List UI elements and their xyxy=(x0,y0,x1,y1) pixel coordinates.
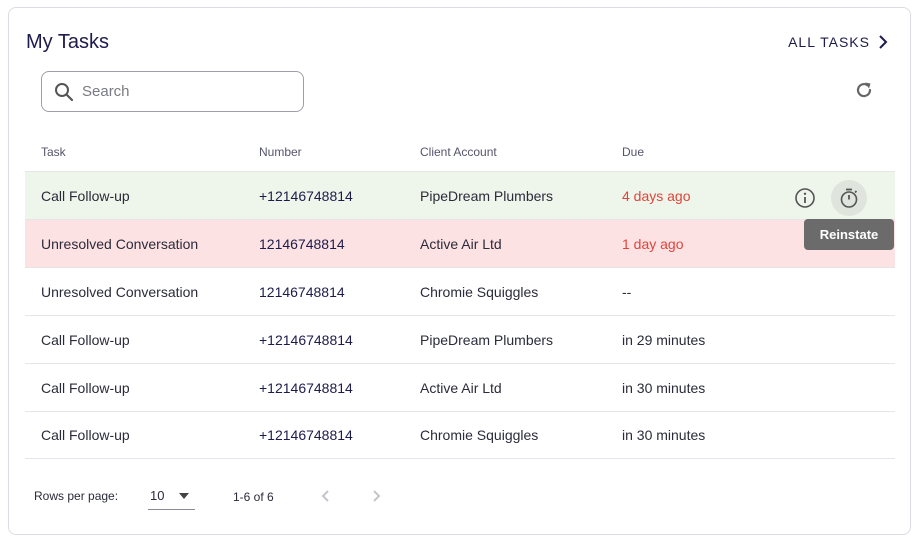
pagination-range: 1-6 of 6 xyxy=(233,490,274,504)
client-account-cell: PipeDream Plumbers xyxy=(420,331,554,348)
column-header-task[interactable]: Task xyxy=(25,145,259,159)
table-pagination: Rows per page: 10 1-6 of 6 xyxy=(34,478,434,514)
table-row[interactable]: Unresolved Conversation 12146748814 Active… xyxy=(25,219,895,267)
rows-per-page-label: Rows per page: xyxy=(34,489,119,503)
column-header-due[interactable]: Due xyxy=(622,145,762,159)
caret-down-icon xyxy=(179,493,189,499)
previous-page-button[interactable] xyxy=(316,486,336,509)
client-account-cell: PipeDream Plumbers xyxy=(420,187,554,204)
refresh-button[interactable] xyxy=(854,80,874,105)
number-cell: +12146748814 xyxy=(259,331,353,348)
task-cell: Unresolved Conversation xyxy=(41,235,199,252)
task-cell: Unresolved Conversation xyxy=(41,283,199,300)
timer-icon xyxy=(840,188,858,208)
refresh-icon xyxy=(856,82,872,98)
due-cell: in 30 minutes xyxy=(622,427,706,443)
page-title: My Tasks xyxy=(26,31,109,53)
due-cell: 4 days ago xyxy=(622,187,691,204)
all-tasks-link[interactable]: ALL TASKS xyxy=(788,34,888,50)
chevron-right-icon xyxy=(373,490,381,502)
task-cell: Call Follow-up xyxy=(41,331,130,348)
number-cell: 12146748814 xyxy=(259,283,345,300)
task-cell: Call Follow-up xyxy=(41,427,130,443)
search-icon xyxy=(55,82,74,101)
due-cell: in 30 minutes xyxy=(622,379,706,396)
client-account-cell: Chromie Squiggles xyxy=(420,283,539,300)
table-row[interactable]: Call Follow-up +12146748814 Chromie Squigg… xyxy=(25,411,895,459)
all-tasks-label: ALL TASKS xyxy=(788,34,870,50)
due-cell: -- xyxy=(622,283,632,300)
table-row[interactable]: Call Follow-up +12146748814 Active Air Ltd… xyxy=(25,363,895,411)
number-cell: +12146748814 xyxy=(259,379,353,396)
client-account-cell: Active Air Ltd xyxy=(420,379,502,396)
table-row[interactable]: Call Follow-up +12146748814 PipeDream Plum… xyxy=(25,315,895,363)
number-cell: 12146748814 xyxy=(259,235,345,252)
chevron-right-icon xyxy=(879,35,888,49)
due-cell: 1 day ago xyxy=(622,235,684,252)
info-button[interactable] xyxy=(789,182,821,214)
client-account-cell: Chromie Squiggles xyxy=(420,427,539,443)
next-page-button[interactable] xyxy=(366,486,386,509)
column-header-number[interactable]: Number xyxy=(259,145,420,159)
task-cell: Call Follow-up xyxy=(41,187,130,204)
row-actions xyxy=(789,180,867,216)
info-icon xyxy=(795,188,815,208)
client-account-cell: Active Air Ltd xyxy=(420,235,502,252)
table-row[interactable]: Call Follow-up +12146748814 PipeDream Plum… xyxy=(25,171,895,219)
reinstate-tooltip: Reinstate xyxy=(804,219,894,250)
due-cell: in 29 minutes xyxy=(622,331,706,348)
my-tasks-card: My Tasks ALL TASKS Task Number Client Ac… xyxy=(8,7,911,535)
search-box[interactable] xyxy=(41,71,304,112)
number-cell: +12146748814 xyxy=(259,427,353,443)
task-cell: Call Follow-up xyxy=(41,379,130,396)
rows-per-page-value: 10 xyxy=(150,488,165,503)
rows-per-page-select[interactable]: 10 xyxy=(148,482,195,510)
table-row[interactable]: Unresolved Conversation 12146748814 Chromi… xyxy=(25,267,895,315)
table-header: Task Number Client Account Due xyxy=(25,132,895,171)
reinstate-button[interactable] xyxy=(831,180,867,216)
chevron-left-icon xyxy=(321,490,329,502)
tasks-table: Task Number Client Account Due Call Foll… xyxy=(25,132,895,459)
column-header-client-account[interactable]: Client Account xyxy=(420,145,622,159)
search-input[interactable] xyxy=(82,83,282,100)
number-cell: +12146748814 xyxy=(259,187,353,204)
